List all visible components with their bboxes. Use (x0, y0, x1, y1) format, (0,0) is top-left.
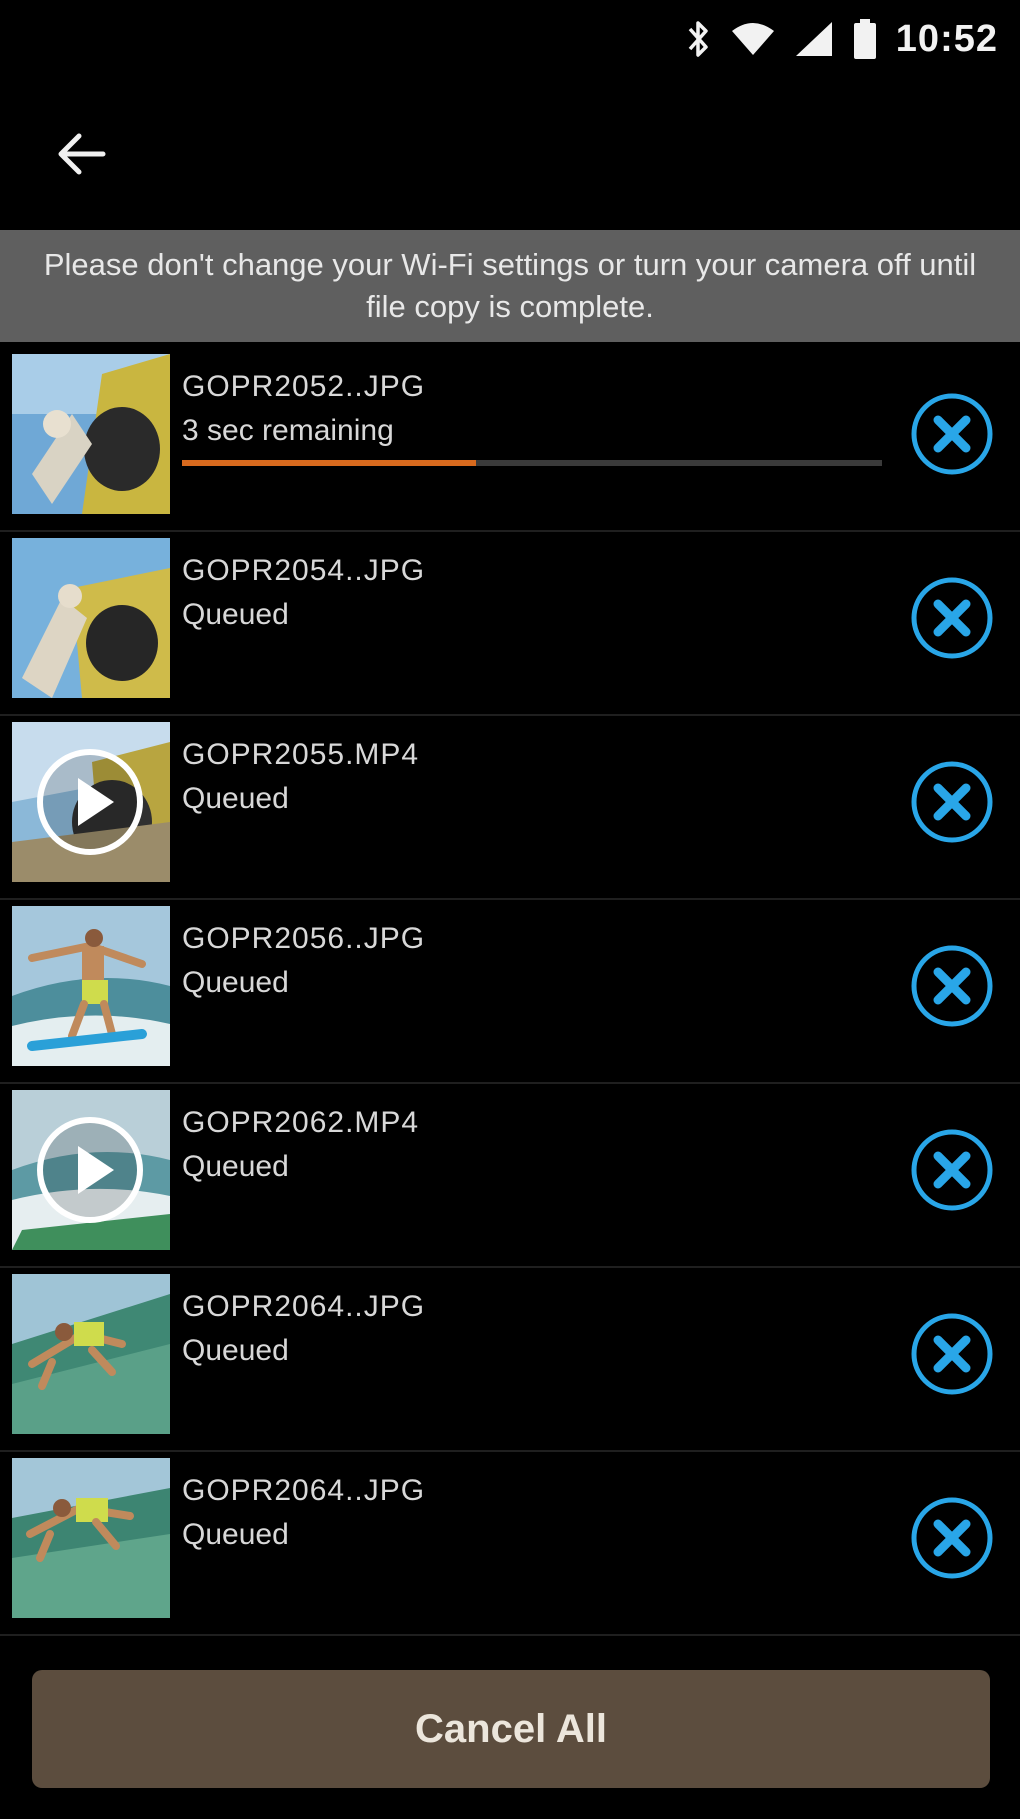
file-name: GOPR2055.MP4 (182, 738, 420, 771)
close-circle-icon (911, 1497, 993, 1579)
list-item[interactable]: GOPR2062.MP4 Queued (0, 1084, 1020, 1268)
bluetooth-icon (684, 19, 712, 59)
play-icon (37, 749, 143, 855)
wifi-icon (730, 21, 776, 57)
close-circle-icon (911, 1313, 993, 1395)
list-item[interactable]: GOPR2064..JPG Queued (0, 1452, 1020, 1636)
cancel-item-button[interactable] (908, 1126, 996, 1214)
signal-icon (794, 20, 834, 58)
cancel-item-button[interactable] (908, 390, 996, 478)
cancel-item-button[interactable] (908, 1494, 996, 1582)
file-name: GOPR2056..JPG (182, 922, 426, 955)
cancel-item-button[interactable] (908, 942, 996, 1030)
file-status: Queued (182, 1150, 289, 1183)
thumbnail (12, 354, 170, 514)
status-time: 10:52 (895, 17, 998, 60)
file-status: Queued (182, 598, 289, 631)
file-name: GOPR2064..JPG (182, 1290, 426, 1323)
close-circle-icon (911, 761, 993, 843)
file-status: Queued (182, 1334, 289, 1367)
app-bar (0, 78, 1020, 228)
list-item[interactable]: GOPR2055.MP4 Queued (0, 716, 1020, 900)
battery-icon (852, 18, 878, 60)
arrow-left-icon (58, 133, 106, 175)
list-item[interactable]: GOPR2052..JPG 3 sec remaining (0, 348, 1020, 532)
progress-fill (182, 460, 476, 466)
cancel-item-button[interactable] (908, 574, 996, 662)
file-name: GOPR2052..JPG (182, 370, 426, 403)
cancel-all-button[interactable]: Cancel All (32, 1670, 990, 1788)
close-circle-icon (911, 945, 993, 1027)
notice-banner: Please don't change your Wi-Fi settings … (0, 230, 1020, 342)
close-circle-icon (911, 1129, 993, 1211)
thumbnail (12, 722, 170, 882)
file-name: GOPR2054..JPG (182, 554, 426, 587)
file-list: GOPR2052..JPG 3 sec remaining GOPR2054..… (0, 348, 1020, 1636)
back-button[interactable] (48, 122, 112, 186)
cancel-item-button[interactable] (908, 1310, 996, 1398)
list-item[interactable]: GOPR2056..JPG Queued (0, 900, 1020, 1084)
thumbnail (12, 1090, 170, 1250)
cancel-item-button[interactable] (908, 758, 996, 846)
play-icon (37, 1117, 143, 1223)
thumbnail (12, 906, 170, 1066)
close-circle-icon (911, 393, 993, 475)
thumbnail (12, 1274, 170, 1434)
status-bar: 10:52 (0, 0, 1020, 78)
list-item[interactable]: GOPR2054..JPG Queued (0, 532, 1020, 716)
thumbnail (12, 538, 170, 698)
file-status: 3 sec remaining (182, 414, 394, 447)
file-status: Queued (182, 1518, 289, 1551)
thumbnail (12, 1458, 170, 1618)
progress-bar (182, 460, 882, 466)
file-name: GOPR2064..JPG (182, 1474, 426, 1507)
notice-text: Please don't change your Wi-Fi settings … (43, 247, 977, 324)
file-name: GOPR2062.MP4 (182, 1106, 420, 1139)
file-status: Queued (182, 966, 289, 999)
list-item[interactable]: GOPR2064..JPG Queued (0, 1268, 1020, 1452)
close-circle-icon (911, 577, 993, 659)
file-status: Queued (182, 782, 289, 815)
